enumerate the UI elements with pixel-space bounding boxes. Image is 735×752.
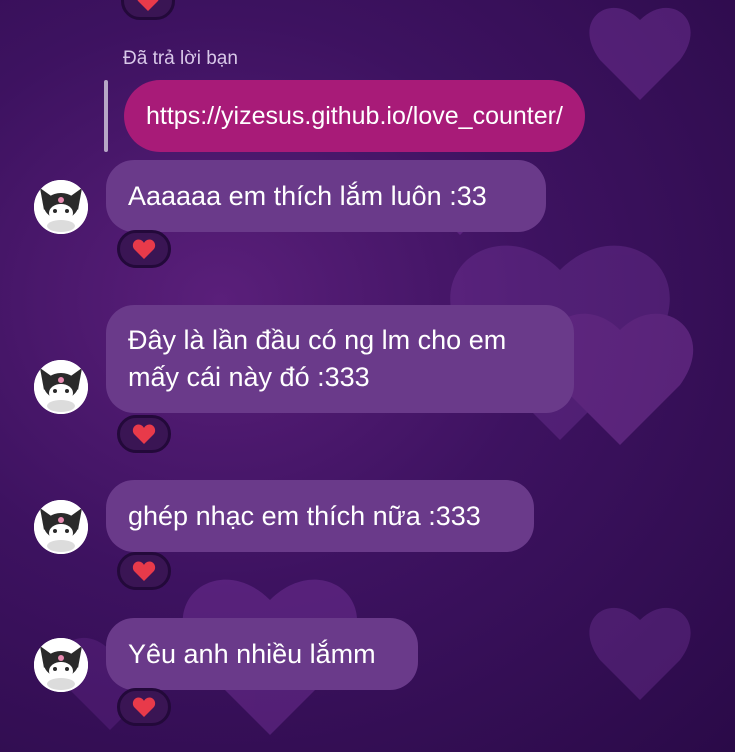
reply-indicator-bar [104,80,108,152]
reaction-pill[interactable] [121,0,175,20]
avatar[interactable] [34,638,88,692]
message-text: Aaaaaa em thích lắm luôn :33 [128,180,487,211]
message-text: Đây là lần đầu có ng lm cho em [128,325,507,355]
heart-icon [137,0,159,11]
kuromi-avatar-icon [34,360,88,414]
kuromi-avatar-icon [34,500,88,554]
message-text: Yêu anh nhiều lắmm [128,638,376,669]
reaction-pill[interactable] [117,688,171,726]
chat-thread: Đã trả lời bạn https://yizesus.github.io… [0,0,735,752]
message-bubble[interactable]: ghép nhạc em thích nữa :333 [106,480,534,552]
message-text: ghép nhạc em thích nữa :333 [128,500,481,531]
message-bubble[interactable]: Aaaaaa em thích lắm luôn :33 [106,160,546,232]
heart-icon [132,239,156,259]
reaction-pill[interactable] [117,230,171,268]
heart-icon [132,561,156,581]
reaction-pill[interactable] [117,415,171,453]
avatar[interactable] [34,360,88,414]
message-bubble[interactable]: Đây là lần đầu có ng lm cho em mấy cái n… [106,305,574,413]
heart-icon [132,697,156,717]
quoted-link-bubble[interactable]: https://yizesus.github.io/love_counter/ [124,80,585,152]
avatar[interactable] [34,500,88,554]
heart-icon [132,424,156,444]
reaction-pill[interactable] [117,552,171,590]
avatar[interactable] [34,180,88,234]
kuromi-avatar-icon [34,638,88,692]
kuromi-avatar-icon [34,180,88,234]
reply-label: Đã trả lời bạn [123,48,238,69]
message-bubble[interactable]: Yêu anh nhiều lắmm [106,618,418,690]
message-text: mấy cái này đó :333 [128,362,370,392]
